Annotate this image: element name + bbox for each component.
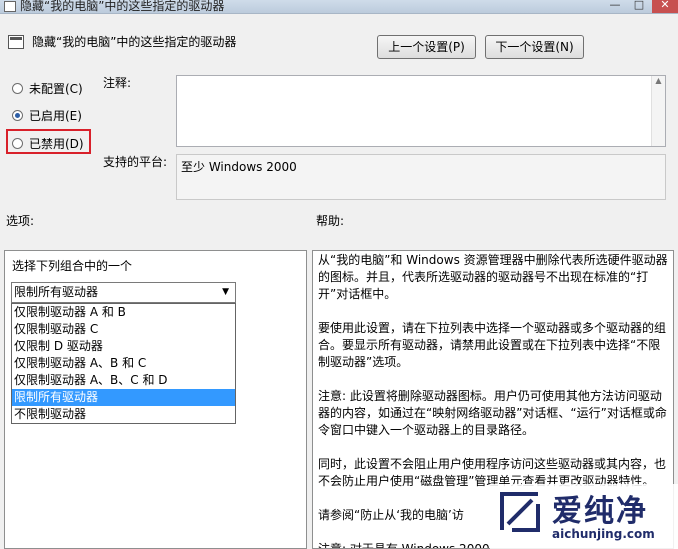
watermark-url: aichunjing.com xyxy=(552,527,655,541)
combo-label: 选择下列组合中的一个 xyxy=(12,259,133,273)
next-setting-button[interactable]: 下一个设置(N) xyxy=(485,35,584,59)
watermark-logo-icon xyxy=(500,492,540,532)
comment-label: 注释: xyxy=(103,76,132,90)
platform-field: 至少 Windows 2000 xyxy=(176,154,666,200)
drive-combo-box[interactable]: 限制所有驱动器 ▼ xyxy=(11,282,236,303)
maximize-button[interactable]: □ xyxy=(628,0,650,13)
minimize-button[interactable]: — xyxy=(604,0,626,13)
watermark-name: 爱纯净 xyxy=(552,494,648,529)
dropdown-item[interactable]: 不限制驱动器 xyxy=(12,406,235,423)
platform-value: 至少 Windows 2000 xyxy=(181,160,297,174)
dropdown-item[interactable]: 仅限制驱动器 C xyxy=(12,321,235,338)
combo-value: 限制所有驱动器 xyxy=(14,285,99,299)
chevron-down-icon[interactable]: ▼ xyxy=(222,283,229,302)
radio-label: 已启用(E) xyxy=(29,108,82,123)
previous-setting-button[interactable]: 上一个设置(P) xyxy=(377,35,476,59)
options-pane: 选择下列组合中的一个 限制所有驱动器 ▼ 仅限制驱动器 A 和 B 仅限制驱动器… xyxy=(4,250,307,549)
radio-circle-checked[interactable] xyxy=(12,109,23,121)
policy-icon xyxy=(8,35,24,49)
help-label: 帮助: xyxy=(316,214,345,228)
dropdown-item[interactable]: 仅限制驱动器 A 和 B xyxy=(12,304,235,321)
highlight-box xyxy=(6,129,91,154)
close-button[interactable]: ✕ xyxy=(652,0,678,13)
comment-field[interactable]: ▲ xyxy=(176,75,666,147)
dropdown-item-selected[interactable]: 限制所有驱动器 xyxy=(12,389,235,406)
title-bar: 隐藏“我的电脑”中的这些指定的驱动器 — □ ✕ xyxy=(0,0,678,14)
dropdown-item[interactable]: 仅限制驱动器 A、B 和 C xyxy=(12,355,235,372)
radio-label: 未配置(C) xyxy=(29,81,83,96)
help-paragraph: 要使用此设置，请在下拉列表中选择一个驱动器或多个驱动器的组合。要显示所有驱动器，… xyxy=(318,321,667,369)
options-label: 选项: xyxy=(6,214,35,228)
window-title: 隐藏“我的电脑”中的这些指定的驱动器 xyxy=(20,0,225,13)
drive-dropdown-list[interactable]: 仅限制驱动器 A 和 B 仅限制驱动器 C 仅限制 D 驱动器 仅限制驱动器 A… xyxy=(11,303,236,424)
help-paragraph: 从“我的电脑”和 Windows 资源管理器中删除代表所选硬件驱动器的图标。并且… xyxy=(318,253,668,301)
app-icon xyxy=(4,1,16,12)
platform-label: 支持的平台: xyxy=(103,155,168,169)
radio-enabled[interactable]: 已启用(E) xyxy=(12,106,82,124)
comment-scrollbar[interactable]: ▲ xyxy=(651,76,665,146)
setting-title: 隐藏“我的电脑”中的这些指定的驱动器 xyxy=(32,35,237,49)
scroll-up-icon[interactable]: ▲ xyxy=(655,76,661,85)
help-paragraph: 注意: 此设置将删除驱动器图标。用户仍可使用其他方法访问驱动器的内容，如通过在“… xyxy=(318,389,667,437)
radio-not-configured[interactable]: 未配置(C) xyxy=(12,79,83,97)
dropdown-item[interactable]: 仅限制驱动器 A、B、C 和 D xyxy=(12,372,235,389)
radio-circle[interactable] xyxy=(12,82,23,94)
dropdown-item[interactable]: 仅限制 D 驱动器 xyxy=(12,338,235,355)
watermark: 爱纯净 aichunjing.com xyxy=(490,484,678,549)
